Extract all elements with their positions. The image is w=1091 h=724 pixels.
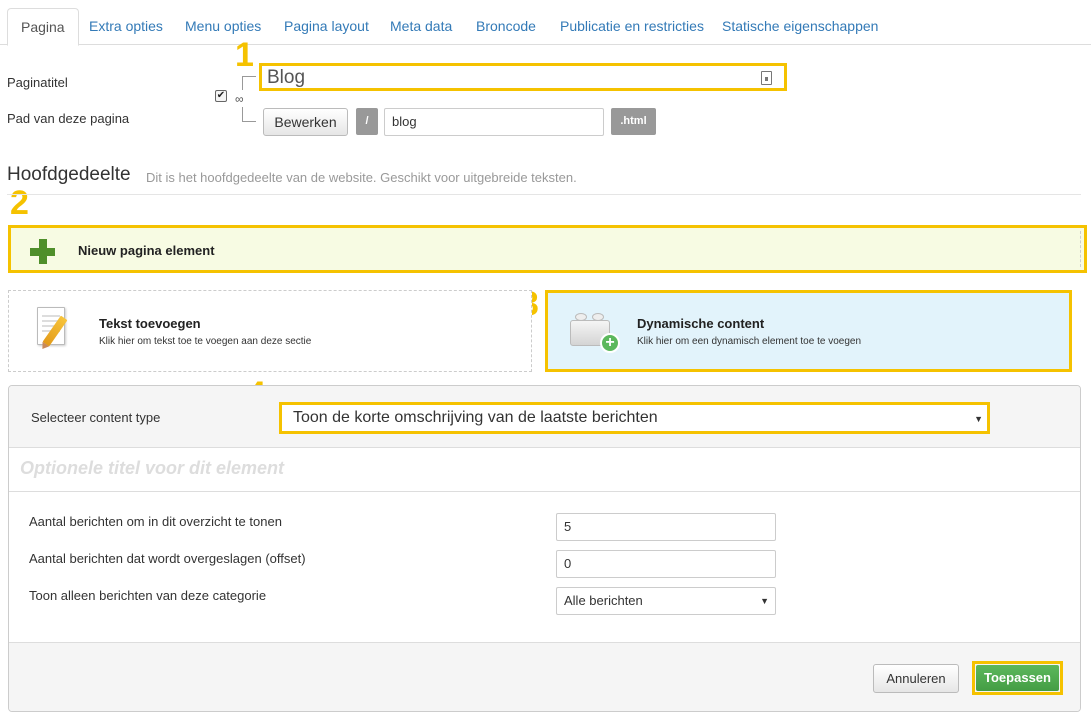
category-select[interactable]: Alle berichten ▼: [556, 587, 776, 615]
dynamic-content-title: Dynamische content: [637, 316, 765, 331]
chain-link-icon: ∞: [235, 92, 244, 106]
section-subtitle: Dit is het hoofdgedeelte van de website.…: [146, 170, 577, 185]
lego-block-add-icon: +: [570, 310, 622, 356]
field-label-count: Aantal berichten om in dit overzicht te …: [29, 514, 282, 529]
new-page-element-bar[interactable]: Nieuw pagina element: [8, 225, 1087, 273]
field-label-offset: Aantal berichten dat wordt overgeslagen …: [29, 551, 306, 566]
tab-bar: Pagina Extra opties Menu opties Pagina l…: [0, 0, 1091, 46]
content-type-label: Selecteer content type: [31, 410, 161, 425]
dynamic-content-subtitle: Klik hier om een dynamisch element toe t…: [637, 336, 862, 347]
link-bracket-bottom: [242, 107, 256, 122]
count-input[interactable]: 5: [556, 513, 776, 541]
dynamic-content-card[interactable]: + Dynamische content Klik hier om een dy…: [545, 290, 1072, 372]
apply-button-highlight: Toepassen: [972, 661, 1063, 695]
add-text-card[interactable]: Tekst toevoegen Klik hier om tekst toe t…: [8, 290, 532, 372]
add-text-subtitle: Klik hier om tekst toe te voegen aan dez…: [99, 336, 312, 347]
dynamic-content-panel: Selecteer content type Toon de korte oms…: [8, 385, 1081, 712]
category-select-value: Alle berichten: [564, 593, 643, 608]
cancel-button[interactable]: Annuleren: [873, 664, 959, 693]
link-bracket-top: [242, 76, 256, 90]
content-type-select[interactable]: Toon de korte omschrijving van de laatst…: [279, 402, 990, 434]
panel-header: Selecteer content type Toon de korte oms…: [9, 386, 1080, 448]
chevron-down-icon: ▼: [974, 414, 983, 424]
step-marker-1: 1: [235, 36, 254, 74]
tab-statische-eigenschappen[interactable]: Statische eigenschappen: [709, 8, 891, 45]
panel-footer: Annuleren Toepassen: [9, 642, 1080, 711]
field-label-category: Toon alleen berichten van deze categorie: [29, 588, 267, 603]
pencil-document-icon: [37, 305, 71, 349]
tab-pagina-layout[interactable]: Pagina layout: [271, 8, 382, 45]
tab-pagina[interactable]: Pagina: [7, 8, 79, 46]
step-marker-2: 2: [10, 184, 29, 222]
tab-publicatie-en-restricties[interactable]: Publicatie en restricties: [547, 8, 717, 45]
chevron-down-icon: ▼: [760, 596, 769, 606]
path-prefix-badge: /: [356, 108, 378, 135]
dashed-edge: [1080, 231, 1081, 267]
new-page-element-label: Nieuw pagina element: [78, 243, 215, 258]
section-divider: [7, 194, 1081, 195]
plus-icon: [30, 239, 55, 264]
page-title-value: Blog: [267, 67, 306, 88]
optional-title-placeholder: Optionele titel voor dit element: [20, 458, 285, 478]
tab-broncode[interactable]: Broncode: [463, 8, 549, 45]
page-path-label: Pad van deze pagina: [7, 111, 130, 126]
path-suffix-badge: .html: [611, 108, 656, 135]
apply-button[interactable]: Toepassen: [976, 665, 1059, 691]
offset-input[interactable]: 0: [556, 550, 776, 578]
tab-meta-data[interactable]: Meta data: [377, 8, 465, 45]
add-text-title: Tekst toevoegen: [99, 316, 201, 331]
page-title-input[interactable]: Blog: [259, 63, 787, 91]
tab-menu-opties[interactable]: Menu opties: [172, 8, 274, 45]
edit-path-button[interactable]: Bewerken: [263, 108, 348, 136]
page-title-label: Paginatitel: [7, 75, 68, 90]
section-title: Hoofdgedeelte: [7, 164, 131, 185]
tab-extra-opties[interactable]: Extra opties: [76, 8, 176, 45]
content-type-value: Toon de korte omschrijving van de laatst…: [293, 409, 658, 426]
path-input[interactable]: blog: [384, 108, 604, 136]
document-icon[interactable]: [761, 71, 772, 85]
optional-title-input[interactable]: Optionele titel voor dit element: [9, 448, 1080, 492]
link-checkbox[interactable]: ✔: [215, 90, 227, 102]
